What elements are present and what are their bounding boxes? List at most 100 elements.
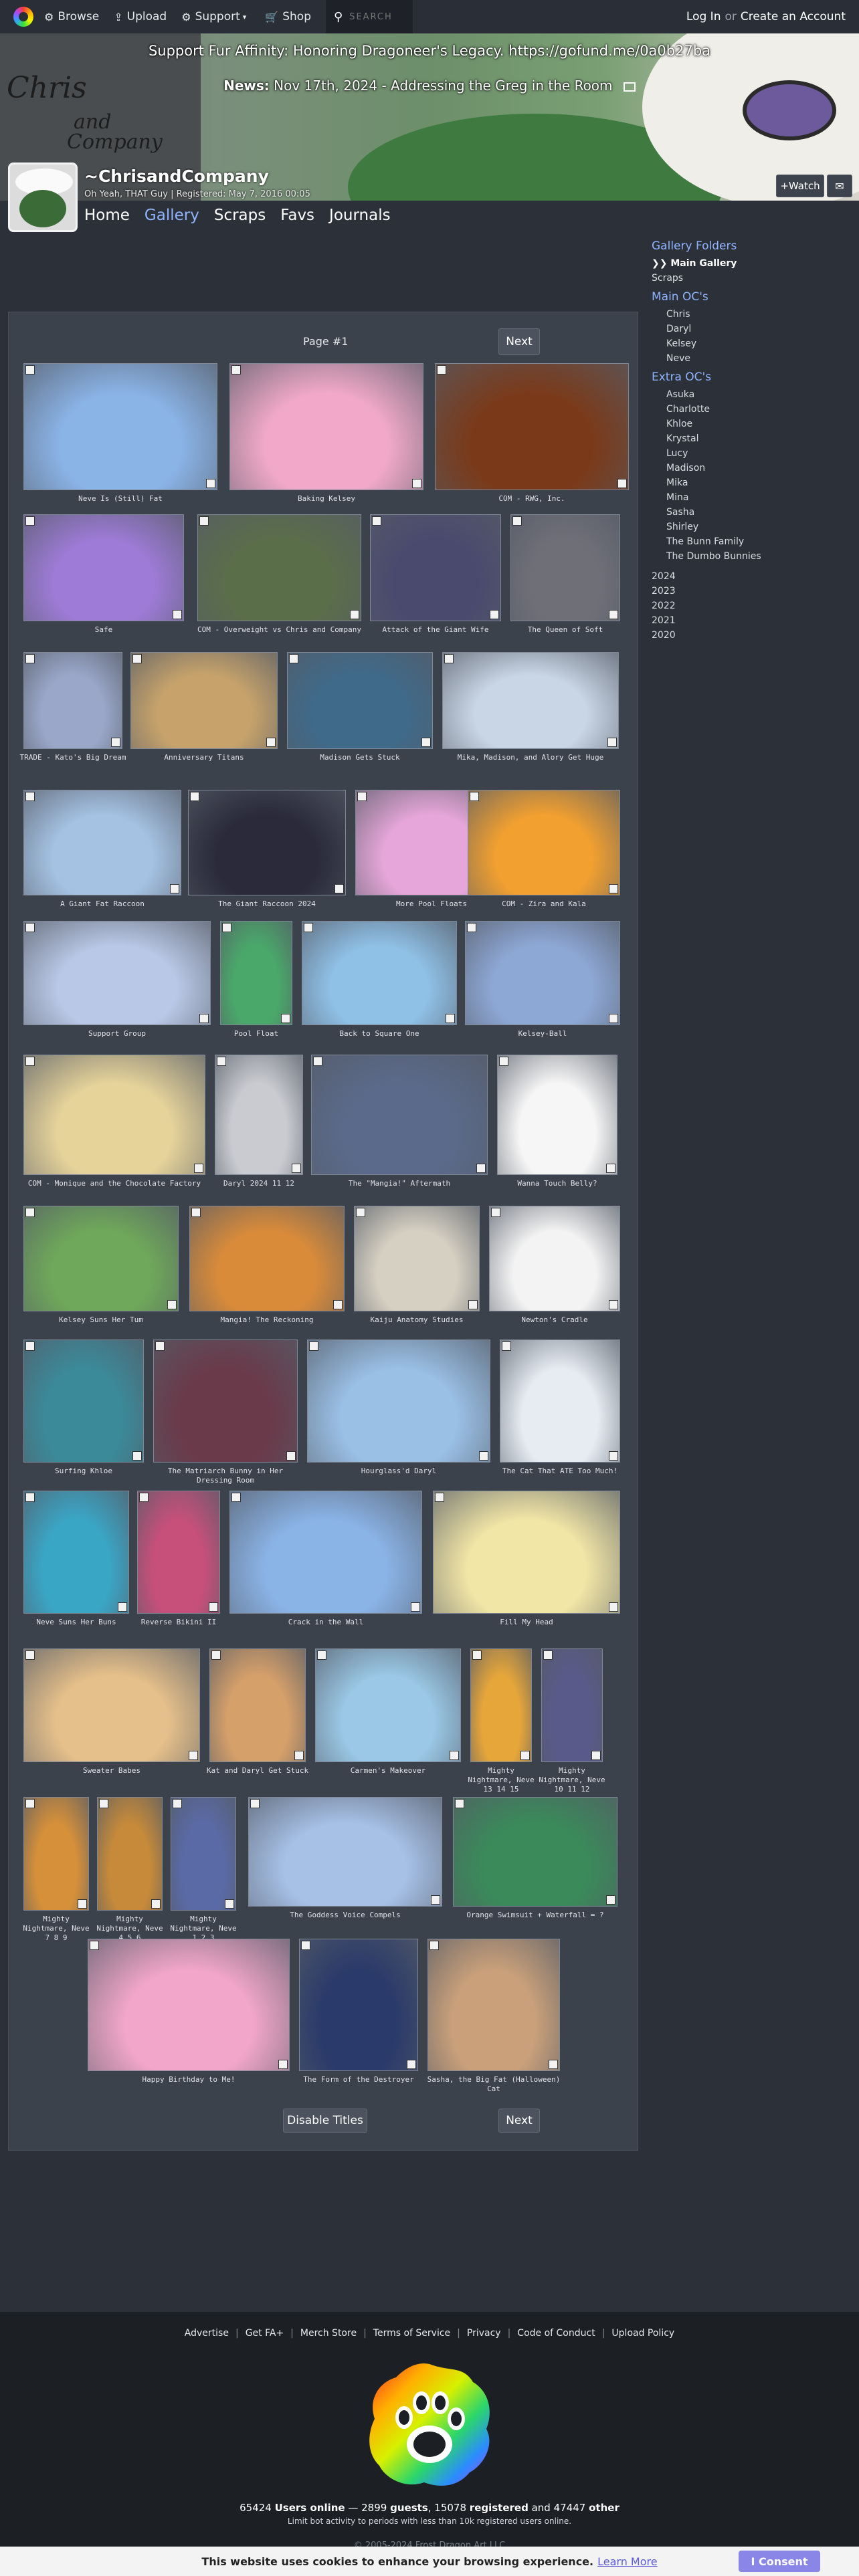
nav-browse[interactable]: ⚙ Browse (44, 10, 99, 23)
thumbnail-title[interactable]: Carmen's Makeover (311, 1766, 465, 1776)
avatar[interactable] (8, 163, 78, 232)
thumbnail-title[interactable]: Kelsey Suns Her Tum (19, 1315, 183, 1325)
tab-journals[interactable]: Journals (329, 207, 391, 224)
gallery-thumbnail[interactable] (510, 514, 620, 621)
footer-link[interactable]: Privacy (467, 2328, 501, 2339)
gallery-thumbnail[interactable] (470, 1648, 532, 1762)
gallery-thumbnail[interactable] (220, 921, 292, 1025)
thumbnail-title[interactable]: Neve Is (Still) Fat (19, 494, 221, 504)
thumbnail-title[interactable]: Baking Kelsey (225, 494, 427, 504)
thumbnail-title[interactable]: Safe (19, 625, 188, 635)
thumbnail-title[interactable]: Pool Float (216, 1029, 296, 1039)
gallery-thumbnail[interactable] (171, 1797, 236, 1911)
folder-link[interactable]: Sasha (652, 507, 852, 518)
thumbnail-title[interactable]: COM - Zira and Kala (464, 899, 624, 909)
thumbnail-title[interactable]: The Giant Raccoon 2024 (184, 899, 350, 909)
search-icon[interactable]: ⚲ (334, 10, 343, 24)
footer-link[interactable]: Upload Policy (611, 2328, 674, 2339)
gallery-thumbnail[interactable] (23, 363, 217, 490)
gallery-thumbnail[interactable] (23, 652, 122, 749)
thumbnail-title[interactable]: Mika, Madison, and Alory Get Huge (438, 753, 623, 762)
folder-link[interactable]: Charlotte (652, 404, 852, 415)
gallery-thumbnail[interactable] (427, 1939, 560, 2071)
create-account-link[interactable]: Create an Account (741, 10, 846, 23)
gallery-thumbnail[interactable] (541, 1648, 603, 1762)
gallery-thumbnail[interactable] (130, 652, 278, 749)
gallery-thumbnail[interactable] (229, 363, 423, 490)
thumbnail-title[interactable]: Happy Birthday to Me! (84, 2075, 294, 2084)
tab-scraps[interactable]: Scraps (214, 207, 266, 224)
gallery-thumbnail[interactable] (197, 514, 361, 621)
folder-scraps[interactable]: Scraps (652, 273, 852, 284)
gallery-thumbnail[interactable] (302, 921, 457, 1025)
thumbnail-title[interactable]: Mangia! The Reckoning (185, 1315, 349, 1325)
gallery-thumbnail[interactable] (500, 1339, 620, 1463)
thumbnail-title[interactable]: The Queen of Soft (506, 625, 624, 635)
thumbnail-title[interactable]: Mighty Nightmare, Neve 13 14 15 (466, 1766, 536, 1794)
footer-link[interactable]: Get FA+ (246, 2328, 284, 2339)
gallery-thumbnail[interactable] (23, 1491, 129, 1614)
gallery-thumbnail[interactable] (23, 514, 184, 621)
nav-upload[interactable]: ⇪ Upload (114, 10, 167, 23)
folder-link[interactable]: Mina (652, 492, 852, 503)
year-link[interactable]: 2021 (652, 615, 852, 626)
folder-link[interactable]: Daryl (652, 324, 852, 334)
gallery-thumbnail[interactable] (137, 1491, 220, 1614)
gallery-thumbnail[interactable] (435, 363, 629, 490)
thumbnail-title[interactable]: Madison Gets Stuck (283, 753, 437, 762)
news-text[interactable]: Nov 17th, 2024 - Addressing the Greg in … (274, 78, 612, 94)
year-link[interactable]: 2024 (652, 571, 852, 582)
banner-message[interactable]: Support Fur Affinity: Honoring Dragoneer… (0, 43, 859, 59)
watch-button[interactable]: +Watch (776, 175, 824, 197)
tab-favs[interactable]: Favs (280, 207, 314, 224)
consent-button[interactable]: I Consent (739, 2551, 820, 2572)
year-link[interactable]: 2020 (652, 630, 852, 641)
fa-logo-icon[interactable] (13, 7, 33, 27)
gallery-thumbnail[interactable] (189, 1206, 345, 1311)
gallery-thumbnail[interactable] (209, 1648, 306, 1762)
thumbnail-title[interactable]: The Form of the Destroyer (295, 2075, 422, 2084)
thumbnail-title[interactable]: Support Group (19, 1029, 215, 1039)
thumbnail-title[interactable]: Attack of the Giant Wife (366, 625, 505, 635)
gallery-thumbnail[interactable] (465, 921, 620, 1025)
thumbnail-title[interactable]: Newton's Cradle (485, 1315, 624, 1325)
next-button-top[interactable]: Next (498, 328, 540, 355)
thumbnail-title[interactable]: Daryl 2024 11 12 (211, 1179, 307, 1188)
thumbnail-title[interactable]: Mighty Nightmare, Neve 7 8 9 (19, 1915, 93, 1943)
gallery-thumbnail[interactable] (23, 1648, 200, 1762)
thumbnail-title[interactable]: COM - Monique and the Chocolate Factory (19, 1179, 209, 1188)
folder-link[interactable]: The Bunn Family (652, 536, 852, 547)
gallery-thumbnail[interactable] (188, 790, 346, 895)
gallery-thumbnail[interactable] (370, 514, 501, 621)
thumbnail-title[interactable]: Hourglass'd Daryl (303, 1467, 494, 1476)
thumbnail-title[interactable]: Crack in the Wall (225, 1618, 426, 1627)
gallery-thumbnail[interactable] (307, 1339, 490, 1463)
gallery-thumbnail[interactable] (354, 1206, 480, 1311)
year-link[interactable]: 2023 (652, 586, 852, 597)
learn-more-link[interactable]: Learn More (597, 2555, 657, 2568)
gallery-thumbnail[interactable] (23, 1206, 179, 1311)
gallery-thumbnail[interactable] (23, 1797, 89, 1911)
thumbnail-title[interactable]: Kat and Daryl Get Stuck (205, 1766, 310, 1776)
gallery-thumbnail[interactable] (433, 1491, 620, 1614)
gallery-thumbnail[interactable] (299, 1939, 418, 2071)
gallery-thumbnail[interactable] (23, 1055, 205, 1175)
gallery-thumbnail[interactable] (497, 1055, 617, 1175)
gallery-thumbnail[interactable] (489, 1206, 620, 1311)
thumbnail-title[interactable]: Mighty Nightmare, Neve 10 11 12 (537, 1766, 607, 1794)
folder-link[interactable]: Kelsey (652, 338, 852, 349)
thumbnail-title[interactable]: Reverse Bikini II (133, 1618, 224, 1627)
thumbnail-title[interactable]: Wanna Touch Belly? (493, 1179, 622, 1188)
thumbnail-title[interactable]: TRADE - Kato's Big Dream (19, 753, 126, 762)
folder-link[interactable]: Lucy (652, 448, 852, 459)
gallery-thumbnail[interactable] (23, 1339, 144, 1463)
gallery-thumbnail[interactable] (453, 1797, 617, 1907)
gallery-thumbnail[interactable] (248, 1797, 442, 1907)
next-button-bottom[interactable]: Next (498, 2109, 540, 2133)
disable-titles-button[interactable]: Disable Titles (283, 2109, 367, 2133)
thumbnail-title[interactable]: Back to Square One (298, 1029, 461, 1039)
gallery-thumbnail[interactable] (97, 1797, 163, 1911)
gallery-thumbnail[interactable] (23, 790, 181, 895)
thumbnail-title[interactable]: Kelsey-Ball (461, 1029, 624, 1039)
thumbnail-title[interactable]: A Giant Fat Raccoon (19, 899, 185, 909)
